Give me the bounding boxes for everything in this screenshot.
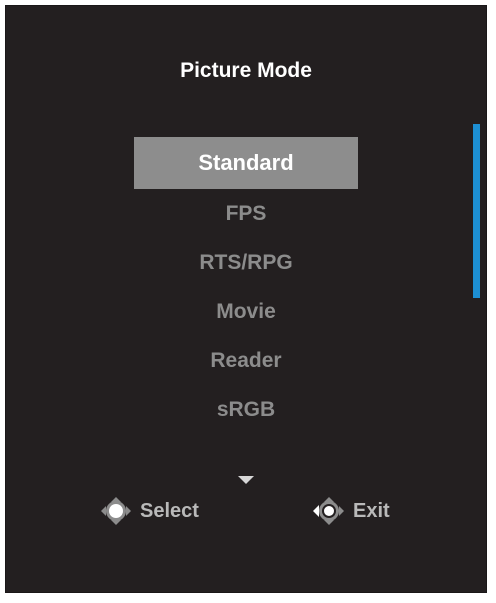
osd-panel: Picture Mode Standard FPS RTS/RPG Movie … — [5, 5, 487, 593]
joystick-left-icon — [313, 497, 344, 525]
exit-label: Exit — [353, 499, 390, 522]
menu-item-movie[interactable]: Movie — [134, 287, 358, 336]
chevron-down-icon — [238, 476, 254, 484]
menu-item-srgb[interactable]: sRGB — [134, 385, 358, 434]
scrollbar[interactable] — [473, 124, 480, 298]
select-label: Select — [140, 499, 199, 522]
select-hint[interactable]: Select — [98, 496, 199, 526]
menu-title: Picture Mode — [180, 59, 312, 82]
joystick-press-icon — [101, 497, 131, 525]
picture-mode-list: Standard FPS RTS/RPG Movie Reader sRGB — [134, 137, 358, 434]
menu-item-rts-rpg[interactable]: RTS/RPG — [134, 238, 358, 287]
menu-item-standard[interactable]: Standard — [134, 137, 358, 189]
exit-hint[interactable]: Exit — [311, 496, 390, 526]
menu-item-fps[interactable]: FPS — [134, 189, 358, 238]
menu-item-reader[interactable]: Reader — [134, 336, 358, 385]
